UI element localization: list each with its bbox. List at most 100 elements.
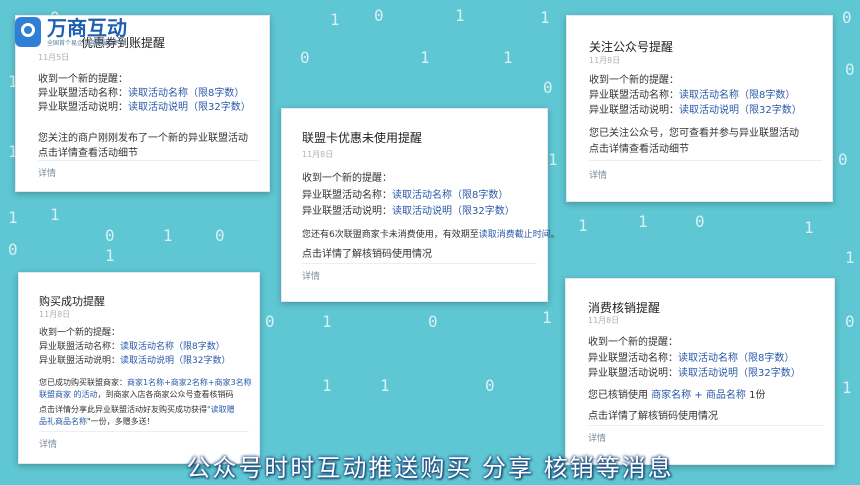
greeting-text: 收到一个新的提醒： bbox=[302, 173, 392, 184]
divider bbox=[588, 425, 824, 426]
activity-desc-label: 异业联盟活动说明： bbox=[588, 368, 678, 379]
body-text: 联盟商家 的活动，到商家入店各商家公众号查看核销码 bbox=[39, 389, 234, 400]
bg-digit: 0 bbox=[845, 312, 855, 331]
bg-digit: 1 bbox=[548, 150, 558, 169]
body-text: 您还有6次联盟商家卡未消费使用，有效期至读取消费截止时间。 bbox=[302, 227, 560, 240]
card-date: 11月8日 bbox=[588, 316, 620, 325]
activity-desc-limit: （限32字数） bbox=[174, 356, 231, 366]
activity-desc-link[interactable]: 读取活动说明 bbox=[679, 105, 739, 116]
body-text: 点击详情了解核销码使用情况 bbox=[302, 249, 432, 260]
logo-brand: 万商互动 bbox=[47, 15, 127, 40]
activity-name-label: 异业联盟活动名称： bbox=[302, 190, 392, 201]
activity-name-link[interactable]: 读取活动名称 bbox=[392, 190, 452, 201]
activity-desc-link[interactable]: 读取活动说明 bbox=[678, 368, 738, 379]
body-text: 您关注的商户刚刚发布了一个新的异业联盟活动 bbox=[38, 133, 248, 144]
merchant-product-link[interactable]: 商家名称 + 商品名称 bbox=[651, 390, 746, 401]
body-text: 您已关注公众号，您可查看并参与异业联盟活动 bbox=[589, 128, 799, 139]
activity-name-link[interactable]: 读取活动名称 bbox=[678, 353, 738, 364]
bg-digit: 0 bbox=[265, 312, 275, 331]
body-text-part: 您已核销使用 bbox=[588, 390, 648, 401]
activity-desc-label: 异业联盟活动说明： bbox=[39, 356, 121, 366]
activity-desc-link[interactable]: 读取活动说明 bbox=[120, 356, 174, 366]
card-date: 11月8日 bbox=[589, 56, 621, 65]
bg-digit: 1 bbox=[542, 308, 552, 327]
activity-name-limit: （限8字数） bbox=[739, 90, 796, 101]
body-text: 品礼商品名称"一份，多赠多送！ bbox=[39, 416, 155, 427]
body-text-part: 您已成功购买联盟商家： bbox=[39, 378, 127, 387]
follow-account-card: 关注公众号提醒 11月8日 收到一个新的提醒： 异业联盟活动名称：读取活动名称（… bbox=[566, 15, 833, 202]
logo-tagline: 全国首个易企业营销服务平台 bbox=[47, 39, 126, 47]
merchant-activity-link[interactable]: 联盟商家 的活动 bbox=[39, 390, 98, 399]
activity-desc-limit: （限32字数） bbox=[738, 368, 801, 379]
bg-digit: 0 bbox=[543, 78, 553, 97]
bg-digit: 1 bbox=[804, 218, 814, 237]
gift-name-link[interactable]: "读取赠 bbox=[207, 405, 235, 414]
body-text: 点击详情了解核销码使用情况 bbox=[588, 411, 718, 422]
activity-name-limit: （限8字数） bbox=[452, 190, 509, 201]
activity-desc-row: 异业联盟活动说明：读取活动说明（限32字数） bbox=[38, 98, 251, 113]
details-link[interactable]: 详情 bbox=[302, 269, 320, 282]
details-link[interactable]: 详情 bbox=[38, 166, 56, 179]
card-date: 11月5日 bbox=[38, 53, 70, 62]
activity-name-link[interactable]: 读取活动名称 bbox=[120, 342, 174, 352]
divider bbox=[589, 160, 822, 161]
activity-desc-link[interactable]: 读取活动说明 bbox=[392, 206, 452, 217]
bg-digit: 1 bbox=[105, 246, 115, 265]
bg-digit: 1 bbox=[330, 10, 340, 29]
gift-product-link[interactable]: 品礼商品名称 bbox=[39, 417, 87, 426]
card-title: 购买成功提醒 bbox=[39, 295, 105, 308]
divider bbox=[302, 263, 537, 264]
activity-name-limit: （限8字数） bbox=[174, 342, 225, 352]
greeting-text: 收到一个新的提醒： bbox=[588, 337, 678, 348]
activity-name-link[interactable]: 读取活动名称 bbox=[679, 90, 739, 101]
company-logo: 万商互动 全国首个易企业营销服务平台 bbox=[15, 12, 165, 52]
bg-digit: 1 bbox=[540, 8, 550, 27]
body-text: 点击详情查看活动细节 bbox=[589, 144, 689, 155]
activity-desc-row: 异业联盟活动说明：读取活动说明（限32字数） bbox=[39, 353, 230, 366]
body-text-part: ，到商家入店各商家公众号查看核销码 bbox=[97, 390, 234, 399]
card-date: 11月8日 bbox=[39, 310, 71, 319]
bg-digit: 0 bbox=[485, 376, 495, 395]
bg-digit: 1 bbox=[578, 216, 588, 235]
activity-name-label: 异业联盟活动名称： bbox=[39, 342, 121, 352]
body-text-end: 。 bbox=[550, 230, 560, 240]
activity-desc-row: 异业联盟活动说明：读取活动说明（限32字数） bbox=[588, 364, 801, 379]
body-text: 您已核销使用 商家名称 + 商品名称 1份 bbox=[588, 386, 766, 401]
bg-digit: 0 bbox=[695, 212, 705, 231]
bg-digit: 1 bbox=[163, 226, 173, 245]
logo-icon bbox=[15, 17, 41, 47]
greeting-text: 收到一个新的提醒： bbox=[589, 75, 679, 86]
bg-digit: 0 bbox=[300, 48, 310, 67]
greeting-text: 收到一个新的提醒： bbox=[38, 74, 128, 85]
activity-desc-limit: （限32字数） bbox=[452, 206, 515, 217]
activity-desc-label: 异业联盟活动说明： bbox=[38, 102, 128, 113]
merchant-names-link[interactable]: 商家1名称+商家2名称+商家3名称 bbox=[127, 378, 252, 387]
activity-name-row: 异业联盟活动名称：读取活动名称（限8字数） bbox=[38, 84, 244, 99]
card-title: 关注公众号提醒 bbox=[589, 40, 674, 54]
activity-desc-link[interactable]: 读取活动说明 bbox=[128, 102, 188, 113]
bg-digit: 1 bbox=[842, 378, 852, 397]
activity-name-row: 异业联盟活动名称：读取活动名称（限8字数） bbox=[589, 86, 795, 101]
expiry-time-link[interactable]: 读取消费截止时间 bbox=[479, 230, 551, 240]
bg-digit: 0 bbox=[428, 312, 438, 331]
bg-digit: 1 bbox=[503, 48, 513, 67]
bg-digit: 1 bbox=[322, 376, 332, 395]
details-link[interactable]: 详情 bbox=[589, 168, 607, 181]
bg-digit: 0 bbox=[374, 6, 384, 25]
union-card-unused-card: 联盟卡优惠未使用提醒 11月8日 收到一个新的提醒： 异业联盟活动名称：读取活动… bbox=[281, 108, 560, 302]
details-link[interactable]: 详情 bbox=[588, 431, 606, 444]
activity-name-row: 异业联盟活动名称：读取活动名称（限8字数） bbox=[588, 349, 794, 364]
body-text: 您已成功购买联盟商家：商家1名称+商家2名称+商家3名称 bbox=[39, 377, 252, 388]
activity-desc-limit: （限32字数） bbox=[739, 105, 802, 116]
activity-desc-label: 异业联盟活动说明： bbox=[302, 206, 392, 217]
greeting-text: 收到一个新的提醒： bbox=[39, 328, 121, 338]
activity-name-row: 异业联盟活动名称：读取活动名称（限8字数） bbox=[39, 339, 225, 352]
bg-digit: 1 bbox=[380, 376, 390, 395]
bg-digit: 1 bbox=[50, 205, 60, 224]
purchase-success-card: 购买成功提醒 11月8日 收到一个新的提醒： 异业联盟活动名称：读取活动名称（限… bbox=[18, 272, 260, 464]
body-text-part: 点击详情分享此异业联盟活动好友购买成功获得 bbox=[39, 405, 207, 414]
bg-digit: 1 bbox=[420, 48, 430, 67]
bg-digit: 0 bbox=[8, 240, 18, 259]
divider bbox=[39, 431, 249, 432]
activity-desc-row: 异业联盟活动说明：读取活动说明（限32字数） bbox=[302, 202, 515, 217]
